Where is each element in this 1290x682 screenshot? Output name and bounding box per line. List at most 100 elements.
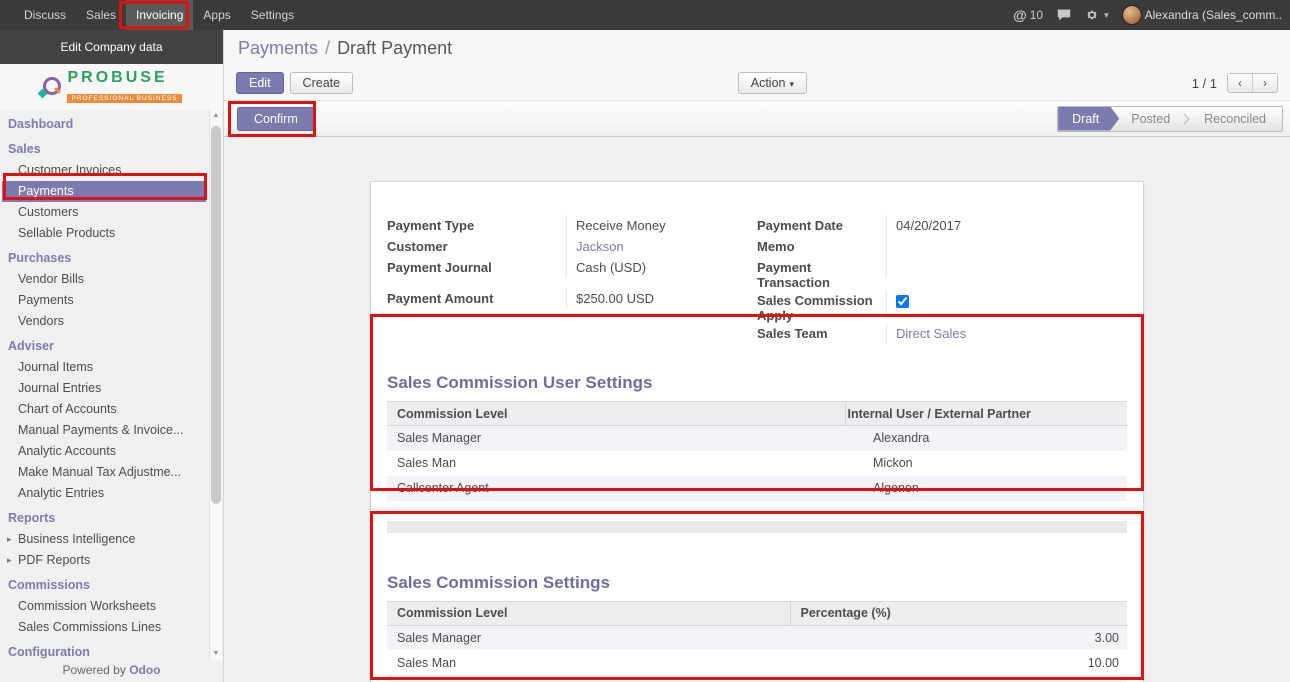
- confirm-button[interactable]: Confirm: [237, 107, 315, 131]
- column-commission-level[interactable]: Commission Level: [387, 402, 845, 426]
- sidebar-item-vendor-payments[interactable]: Payments: [0, 290, 223, 311]
- sidebar-section-adviser[interactable]: Adviser: [0, 336, 223, 357]
- column-internal-user[interactable]: Internal User / External Partner: [845, 402, 1127, 426]
- cell-user[interactable]: Algenon: [845, 476, 1127, 501]
- menu-apps[interactable]: Apps: [193, 0, 240, 30]
- sales-team-link[interactable]: Direct Sales: [886, 323, 1127, 344]
- cube-icon: [38, 89, 48, 99]
- chat-icon: [1056, 8, 1072, 22]
- cell-percentage[interactable]: 10.00: [790, 650, 1127, 675]
- column-percentage[interactable]: Percentage (%): [790, 601, 1127, 625]
- pager-next-icon[interactable]: ›: [1252, 74, 1277, 92]
- sales-commission-apply-checkbox[interactable]: [896, 295, 909, 308]
- sidebar-item-sellable-products[interactable]: Sellable Products: [0, 223, 223, 244]
- sidebar-item-commission-worksheets[interactable]: Commission Worksheets: [0, 596, 223, 617]
- field-payment-journal: Payment Journal Cash (USD): [387, 257, 757, 278]
- cell-percentage[interactable]: 3.00: [790, 625, 1127, 650]
- status-step-reconciled[interactable]: Reconciled: [1188, 107, 1282, 131]
- column-commission-level[interactable]: Commission Level: [387, 601, 790, 625]
- commission-settings-title: Sales Commission Settings: [387, 572, 1127, 593]
- scrollbar-thumb[interactable]: [211, 126, 221, 504]
- debug-menu-button[interactable]: ▾: [1085, 8, 1109, 22]
- action-dropdown[interactable]: Action▾: [738, 72, 807, 94]
- sidebar-item-sales-commissions-lines[interactable]: Sales Commissions Lines: [0, 617, 223, 638]
- table-row[interactable]: Sales Man Mickon: [387, 451, 1127, 476]
- sidebar-item-customers[interactable]: Customers: [0, 202, 223, 223]
- main-area: Payments / Draft Payment Edit Create Act…: [224, 30, 1290, 682]
- caret-down-icon: ▾: [790, 79, 795, 89]
- table-row[interactable]: Callcenter Agent 7.00: [387, 675, 1127, 682]
- payment-type-value: Receive Money: [566, 215, 757, 236]
- list-footer-strip: [387, 521, 1127, 533]
- activities-button[interactable]: @ 10: [1013, 7, 1043, 23]
- create-button[interactable]: Create: [290, 72, 354, 94]
- cell-level[interactable]: Sales Man: [387, 451, 845, 476]
- field-payment-amount: Payment Amount $250.00 USD: [387, 288, 757, 309]
- table-row[interactable]: Sales Manager Alexandra: [387, 426, 1127, 451]
- fields-left-column: Payment Type Receive Money Customer Jack…: [387, 215, 757, 344]
- status-step-draft[interactable]: Draft: [1058, 107, 1119, 131]
- pager-previous-icon[interactable]: ‹: [1228, 74, 1252, 92]
- odoo-link[interactable]: Odoo: [129, 663, 160, 677]
- user-menu[interactable]: Alexandra (Sales_comm..: [1122, 5, 1282, 25]
- status-steps: Draft Posted Reconciled: [1057, 106, 1283, 132]
- customer-link[interactable]: Jackson: [566, 236, 757, 257]
- pager: 1 / 1 ‹ ›: [1192, 73, 1278, 93]
- sidebar-item-manual-payments[interactable]: Manual Payments & Invoice...: [0, 420, 223, 441]
- field-label: Sales Commission Apply: [757, 290, 886, 323]
- form-view: Payment Type Receive Money Customer Jack…: [224, 167, 1290, 682]
- cell-level[interactable]: Callcenter Agent: [387, 476, 845, 501]
- sidebar-item-payments[interactable]: Payments: [2, 181, 206, 202]
- edit-button[interactable]: Edit: [236, 72, 284, 94]
- menu-discuss[interactable]: Discuss: [14, 0, 76, 30]
- company-logo[interactable]: PROBUSE PROFESSIONAL BUSINESS: [0, 64, 223, 110]
- sidebar-item-tax-adjustment[interactable]: Make Manual Tax Adjustme...: [0, 462, 223, 483]
- sidebar-section-commissions[interactable]: Commissions: [0, 575, 223, 596]
- expand-caret-icon: ▸: [7, 529, 12, 550]
- edit-company-button[interactable]: Edit Company data: [0, 30, 223, 64]
- sidebar-section-sales[interactable]: Sales: [0, 139, 223, 160]
- cell-level[interactable]: Sales Man: [387, 650, 790, 675]
- sidebar-item-journal-items[interactable]: Journal Items: [0, 357, 223, 378]
- messages-button[interactable]: [1056, 8, 1072, 22]
- pager-count[interactable]: 1 / 1: [1192, 76, 1217, 91]
- cell-level[interactable]: Callcenter Agent: [387, 675, 790, 682]
- sidebar-item-journal-entries[interactable]: Journal Entries: [0, 378, 223, 399]
- control-panel: Payments / Draft Payment Edit Create Act…: [224, 30, 1290, 100]
- sidebar-section-purchases[interactable]: Purchases: [0, 248, 223, 269]
- table-row[interactable]: Callcenter Agent Algenon: [387, 476, 1127, 501]
- sidebar-section-reports[interactable]: Reports: [0, 508, 223, 529]
- cell-user[interactable]: Alexandra: [845, 426, 1127, 451]
- breadcrumb-current: Draft Payment: [337, 38, 452, 59]
- sidebar-item-label: Business Intelligence: [18, 532, 135, 546]
- sidebar-section-configuration[interactable]: Configuration: [0, 642, 223, 660]
- sidebar-item-customer-invoices[interactable]: Customer Invoices: [0, 160, 223, 181]
- sidebar-item-vendors[interactable]: Vendors: [0, 311, 223, 332]
- memo-value: [886, 236, 1127, 257]
- cell-level[interactable]: Sales Manager: [387, 426, 845, 451]
- breadcrumb-payments[interactable]: Payments: [238, 38, 318, 59]
- sidebar-item-analytic-entries[interactable]: Analytic Entries: [0, 483, 223, 504]
- cell-percentage[interactable]: 7.00: [790, 675, 1127, 682]
- menu-invoicing[interactable]: Invoicing: [126, 0, 193, 30]
- field-memo: Memo: [757, 236, 1127, 257]
- scroll-down-icon[interactable]: ▼: [210, 648, 222, 660]
- field-sales-team: Sales Team Direct Sales: [757, 323, 1127, 344]
- scroll-up-icon[interactable]: ▲: [210, 110, 222, 122]
- sidebar-scrollbar[interactable]: ▲ ▼: [209, 110, 222, 660]
- sidebar-item-vendor-bills[interactable]: Vendor Bills: [0, 269, 223, 290]
- sidebar-item-pdf-reports[interactable]: ▸ PDF Reports: [0, 550, 223, 571]
- field-label: Sales Team: [757, 323, 886, 341]
- cell-user[interactable]: Mickon: [845, 451, 1127, 476]
- sidebar-item-business-intelligence[interactable]: ▸ Business Intelligence: [0, 529, 223, 550]
- menu-settings[interactable]: Settings: [241, 0, 304, 30]
- status-step-posted[interactable]: Posted: [1115, 107, 1186, 131]
- menu-sales[interactable]: Sales: [76, 0, 126, 30]
- sidebar-item-dashboard[interactable]: Dashboard: [0, 114, 223, 135]
- sidebar-item-analytic-accounts[interactable]: Analytic Accounts: [0, 441, 223, 462]
- table-row[interactable]: Sales Man 10.00: [387, 650, 1127, 675]
- sidebar-menu: Dashboard Sales Customer Invoices Paymen…: [0, 110, 223, 660]
- table-row[interactable]: Sales Manager 3.00: [387, 625, 1127, 650]
- sidebar-item-chart-of-accounts[interactable]: Chart of Accounts: [0, 399, 223, 420]
- cell-level[interactable]: Sales Manager: [387, 625, 790, 650]
